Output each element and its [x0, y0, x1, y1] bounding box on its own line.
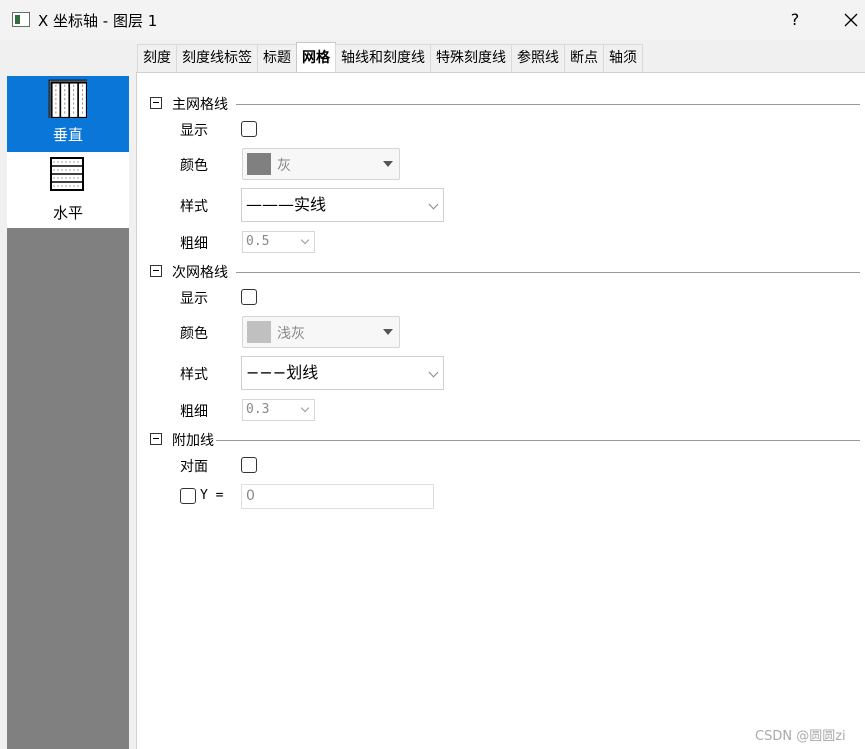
- tab-line-and-ticks[interactable]: 轴线和刻度线: [335, 44, 431, 72]
- minor-style-label: 样式: [180, 367, 208, 383]
- horizontal-grid-icon: [50, 157, 84, 191]
- minor-width-label: 粗细: [180, 404, 208, 420]
- help-button[interactable]: ?: [780, 6, 810, 34]
- tab-breaks[interactable]: 断点: [564, 44, 604, 72]
- additional-lines-section[interactable]: 附加线: [150, 430, 860, 450]
- left-frame: [0, 40, 7, 749]
- left-panel: 垂直 水平: [7, 76, 129, 749]
- opposite-checkbox[interactable]: [241, 457, 257, 473]
- major-color-value: 灰: [277, 158, 291, 174]
- chevron-down-icon: [300, 235, 310, 245]
- dropdown-arrow-icon: [383, 329, 393, 335]
- tab-tick-labels[interactable]: 刻度线标签: [176, 44, 258, 72]
- major-style-dropdown[interactable]: ———实线: [241, 188, 444, 222]
- major-width-dropdown[interactable]: 0.5: [242, 231, 315, 253]
- tab-title[interactable]: 标题: [257, 44, 297, 72]
- major-grid-section[interactable]: 主网格线: [150, 94, 860, 114]
- watermark: CSDN @圆圆zi: [755, 729, 846, 744]
- minor-grid-label: 次网格线: [172, 265, 228, 281]
- minor-style-value: −−−划线: [246, 363, 319, 382]
- window-title: X 坐标轴 - 图层 1: [38, 12, 158, 30]
- dropdown-arrow-icon: [383, 161, 393, 167]
- additional-lines-label: 附加线: [172, 433, 214, 449]
- minor-color-label: 颜色: [180, 326, 208, 342]
- app-icon: [12, 12, 30, 27]
- left-panel-label-horizontal: 水平: [52, 204, 83, 222]
- chevron-down-icon: [428, 199, 439, 210]
- tab-rug[interactable]: 轴须: [603, 44, 643, 72]
- minor-color-value: 浅灰: [277, 326, 305, 342]
- minor-show-label: 显示: [180, 291, 208, 307]
- major-color-dropdown[interactable]: 灰: [242, 148, 400, 180]
- left-panel-item-horizontal[interactable]: 水平: [7, 152, 129, 228]
- y-equals-label: Y =: [200, 488, 224, 503]
- y-value-text: 0: [246, 488, 255, 504]
- title-bar: X 坐标轴 - 图层 1 ?: [0, 0, 865, 40]
- minor-width-dropdown[interactable]: 0.3: [242, 399, 315, 421]
- minor-show-checkbox[interactable]: [241, 289, 257, 305]
- y-value-input[interactable]: 0: [241, 484, 434, 509]
- tab-reference-lines[interactable]: 参照线: [511, 44, 565, 72]
- major-color-swatch: [247, 153, 271, 175]
- tab-scale[interactable]: 刻度: [137, 44, 177, 72]
- major-grid-label: 主网格线: [172, 97, 228, 113]
- major-color-label: 颜色: [180, 158, 208, 174]
- major-width-label: 粗细: [180, 236, 208, 252]
- major-width-value: 0.5: [246, 234, 270, 249]
- major-show-label: 显示: [180, 123, 208, 139]
- minor-grid-section[interactable]: 次网格线: [150, 262, 860, 282]
- left-panel-label-vertical: 垂直: [52, 126, 83, 144]
- chevron-down-icon: [428, 367, 439, 378]
- tab-special-ticks[interactable]: 特殊刻度线: [430, 44, 512, 72]
- major-style-label: 样式: [180, 199, 208, 215]
- section-divider: [236, 272, 860, 273]
- close-icon: [844, 13, 858, 27]
- chevron-down-icon: [300, 403, 310, 413]
- y-line-checkbox[interactable]: [180, 488, 196, 504]
- panel-divider: [129, 76, 136, 749]
- tab-bar: 刻度 刻度线标签 标题 网格 轴线和刻度线 特殊刻度线 参照线 断点 轴须: [137, 42, 643, 72]
- collapse-icon[interactable]: [150, 97, 162, 109]
- major-show-checkbox[interactable]: [241, 121, 257, 137]
- section-divider: [236, 104, 860, 105]
- close-button[interactable]: [836, 6, 865, 34]
- collapse-icon[interactable]: [150, 433, 162, 445]
- opposite-label: 对面: [180, 459, 208, 475]
- minor-color-swatch: [247, 321, 271, 343]
- vertical-grid-icon: [48, 79, 87, 118]
- minor-color-dropdown[interactable]: 浅灰: [242, 316, 400, 348]
- tab-grid[interactable]: 网格: [296, 42, 336, 72]
- minor-style-dropdown[interactable]: −−−划线: [241, 356, 444, 390]
- collapse-icon[interactable]: [150, 265, 162, 277]
- minor-width-value: 0.3: [246, 402, 270, 417]
- major-style-value: ———实线: [246, 195, 327, 214]
- left-panel-item-vertical[interactable]: 垂直: [7, 76, 129, 152]
- section-divider: [216, 440, 860, 441]
